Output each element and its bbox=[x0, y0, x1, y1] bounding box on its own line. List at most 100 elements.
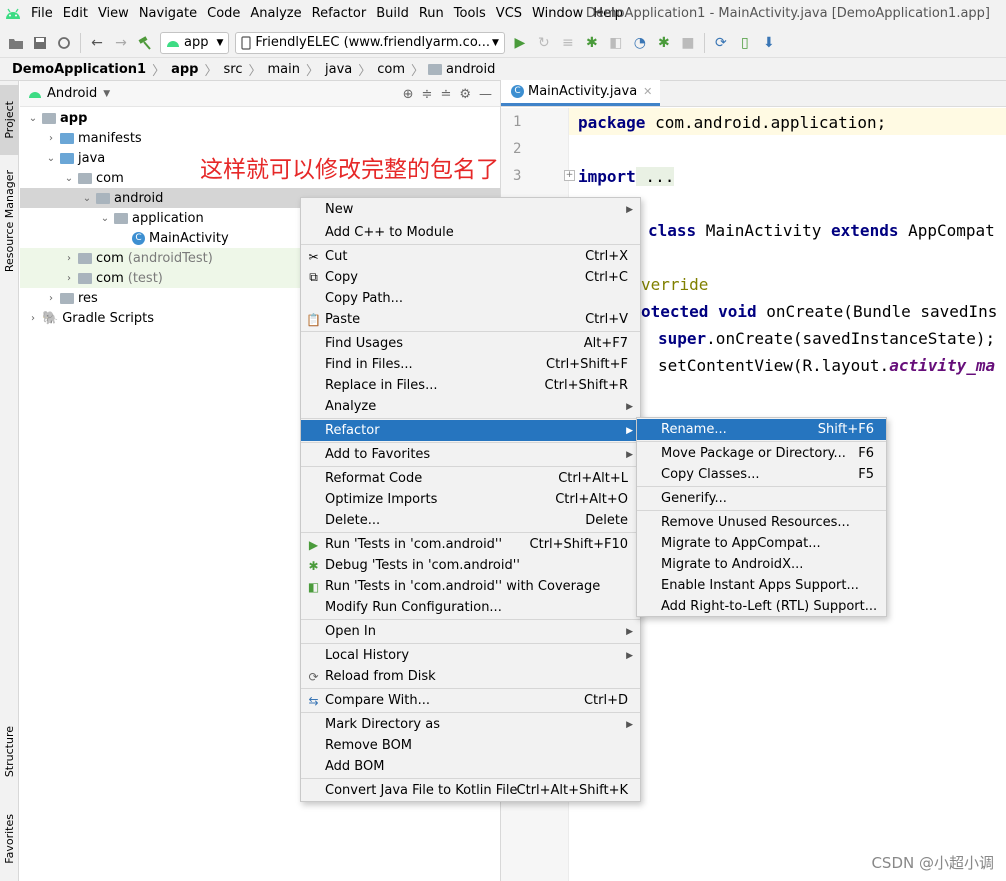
chevron-right-icon[interactable]: › bbox=[44, 133, 58, 144]
breadcrumb-project[interactable]: DemoApplication1 bbox=[8, 62, 150, 77]
breadcrumb-app[interactable]: app bbox=[167, 62, 202, 77]
menu-item-convert-to-kotlin[interactable]: Convert Java File to Kotlin File Ctrl+Alt… bbox=[301, 780, 640, 801]
forward-arrow-icon[interactable]: → bbox=[109, 31, 133, 55]
collapse-all-icon[interactable]: ≐ bbox=[440, 87, 451, 102]
menu-item-local-history[interactable]: Local History ▶ bbox=[301, 645, 640, 666]
menu-item-new[interactable]: New ▶ bbox=[301, 199, 640, 220]
menu-item-analyze[interactable]: Analyze ▶ bbox=[301, 396, 640, 417]
menu-item-add-cpp[interactable]: Add C++ to Module bbox=[301, 222, 640, 243]
debug-bug-icon[interactable]: ✱ bbox=[580, 31, 604, 55]
chevron-right-icon[interactable]: › bbox=[62, 253, 76, 264]
menu-vcs[interactable]: VCS bbox=[491, 0, 527, 28]
chevron-down-icon[interactable]: ⌄ bbox=[98, 213, 112, 224]
apply-code-changes-icon[interactable]: ≡ bbox=[556, 31, 580, 55]
chevron-down-icon[interactable]: ⌄ bbox=[44, 153, 58, 164]
menu-build[interactable]: Build bbox=[371, 0, 414, 28]
breadcrumb-java[interactable]: java bbox=[321, 62, 356, 77]
menu-item-reload-from-disk[interactable]: ⟳ Reload from Disk bbox=[301, 666, 640, 687]
project-tool-tab[interactable]: Project bbox=[0, 85, 19, 155]
breadcrumb-src[interactable]: src bbox=[219, 62, 246, 77]
coverage-icon[interactable]: ◧ bbox=[604, 31, 628, 55]
breadcrumb-com[interactable]: com bbox=[373, 62, 409, 77]
project-view-selector[interactable]: Android bbox=[47, 86, 97, 101]
menu-item-add-to-favorites[interactable]: Add to Favorites ▶ bbox=[301, 444, 640, 465]
menu-item-refactor[interactable]: Refactor ▶ bbox=[301, 420, 640, 441]
expand-all-icon[interactable]: ≑ bbox=[422, 87, 433, 102]
menu-file[interactable]: File bbox=[26, 0, 58, 28]
chevron-right-icon[interactable]: › bbox=[62, 273, 76, 284]
menu-item-optimize-imports[interactable]: Optimize Imports Ctrl+Alt+O bbox=[301, 489, 640, 510]
resource-manager-tool-tab[interactable]: Resource Manager bbox=[0, 161, 19, 281]
profiler-icon[interactable]: ◔ bbox=[628, 31, 652, 55]
submenu-item-rtl-support[interactable]: Add Right-to-Left (RTL) Support... bbox=[637, 596, 886, 617]
chevron-right-icon[interactable]: › bbox=[26, 313, 40, 324]
menu-analyze[interactable]: Analyze bbox=[245, 0, 306, 28]
submenu-item-generify[interactable]: Generify... bbox=[637, 488, 886, 509]
fold-plus-icon[interactable]: + bbox=[564, 170, 575, 181]
menu-item-mark-directory-as[interactable]: Mark Directory as ▶ bbox=[301, 714, 640, 735]
menu-item-replace-in-files[interactable]: Replace in Files... Ctrl+Shift+R bbox=[301, 375, 640, 396]
chevron-down-icon[interactable]: ⌄ bbox=[26, 113, 40, 124]
menu-item-paste[interactable]: 📋 Paste Ctrl+V bbox=[301, 309, 640, 330]
apply-changes-icon[interactable]: ↻ bbox=[532, 31, 556, 55]
chevron-down-icon[interactable]: ▼ bbox=[103, 89, 110, 99]
menu-edit[interactable]: Edit bbox=[58, 0, 93, 28]
submenu-item-remove-unused-resources[interactable]: Remove Unused Resources... bbox=[637, 512, 886, 533]
editor-tab-mainactivity[interactable]: C MainActivity.java ✕ bbox=[501, 80, 661, 106]
structure-tool-tab[interactable]: Structure bbox=[0, 717, 19, 787]
avd-manager-icon[interactable]: ▯ bbox=[733, 31, 757, 55]
submenu-item-instant-apps[interactable]: Enable Instant Apps Support... bbox=[637, 575, 886, 596]
submenu-item-migrate-appcompat[interactable]: Migrate to AppCompat... bbox=[637, 533, 886, 554]
menu-item-debug-tests[interactable]: ✱ Debug 'Tests in 'com.android'' bbox=[301, 555, 640, 576]
hide-minus-icon[interactable]: — bbox=[479, 87, 492, 102]
chevron-right-icon[interactable]: › bbox=[44, 293, 58, 304]
code-folded-imports[interactable]: ... bbox=[635, 167, 675, 186]
menu-item-copy-path[interactable]: Copy Path... bbox=[301, 288, 640, 309]
save-icon[interactable] bbox=[28, 31, 52, 55]
chevron-down-icon[interactable]: ⌄ bbox=[62, 173, 76, 184]
menu-item-run-with-coverage[interactable]: ◧ Run 'Tests in 'com.android'' with Cover… bbox=[301, 576, 640, 597]
close-icon[interactable]: ✕ bbox=[643, 85, 652, 98]
attach-debugger-icon[interactable]: ✱ bbox=[652, 31, 676, 55]
submenu-item-move-package[interactable]: Move Package or Directory... F6 bbox=[637, 443, 886, 464]
submenu-item-migrate-androidx[interactable]: Migrate to AndroidX... bbox=[637, 554, 886, 575]
menu-window[interactable]: Window bbox=[527, 0, 588, 28]
run-configuration-select[interactable]: app ▼ bbox=[160, 31, 230, 54]
menu-item-open-in[interactable]: Open In ▶ bbox=[301, 621, 640, 642]
tree-node-app[interactable]: ⌄ app bbox=[20, 108, 500, 128]
back-arrow-icon[interactable]: ← bbox=[85, 31, 109, 55]
menu-run[interactable]: Run bbox=[414, 0, 449, 28]
breadcrumb-android[interactable]: android bbox=[446, 62, 499, 77]
menu-item-copy[interactable]: ⧉ Copy Ctrl+C bbox=[301, 267, 640, 288]
sdk-manager-icon[interactable]: ⬇ bbox=[757, 31, 781, 55]
stop-icon[interactable]: ■ bbox=[676, 31, 700, 55]
sync-icon[interactable] bbox=[52, 31, 76, 55]
menu-view[interactable]: View bbox=[93, 0, 134, 28]
chevron-down-icon[interactable]: ⌄ bbox=[80, 193, 94, 204]
menu-item-remove-bom[interactable]: Remove BOM bbox=[301, 735, 640, 756]
menu-item-add-bom[interactable]: Add BOM bbox=[301, 756, 640, 777]
menu-tools[interactable]: Tools bbox=[449, 0, 491, 28]
menu-code[interactable]: Code bbox=[202, 0, 245, 28]
menu-navigate[interactable]: Navigate bbox=[134, 0, 202, 28]
locate-target-icon[interactable]: ⊕ bbox=[403, 87, 414, 102]
menu-item-compare-with[interactable]: ⇆ Compare With... Ctrl+D bbox=[301, 690, 640, 711]
tree-node-manifests[interactable]: › manifests bbox=[20, 128, 500, 148]
gear-icon[interactable]: ⚙ bbox=[459, 87, 471, 102]
run-play-icon[interactable]: ▶ bbox=[508, 31, 532, 55]
hammer-build-icon[interactable] bbox=[133, 31, 157, 55]
favorites-tool-tab[interactable]: Favorites bbox=[0, 801, 19, 876]
breadcrumb-main[interactable]: main bbox=[263, 62, 303, 77]
sync-gradle-icon[interactable]: ⟳ bbox=[709, 31, 733, 55]
menu-item-run-tests[interactable]: ▶ Run 'Tests in 'com.android'' Ctrl+Shift+… bbox=[301, 534, 640, 555]
menu-item-reformat-code[interactable]: Reformat Code Ctrl+Alt+L bbox=[301, 468, 640, 489]
menu-refactor[interactable]: Refactor bbox=[307, 0, 372, 28]
submenu-item-rename[interactable]: Rename... Shift+F6 bbox=[637, 419, 886, 440]
submenu-item-copy-classes[interactable]: Copy Classes... F5 bbox=[637, 464, 886, 485]
menu-item-find-in-files[interactable]: Find in Files... Ctrl+Shift+F bbox=[301, 354, 640, 375]
device-select[interactable]: FriendlyELEC (www.friendlyarm.co... ▼ bbox=[235, 31, 505, 54]
menu-item-find-usages[interactable]: Find Usages Alt+F7 bbox=[301, 333, 640, 354]
menu-item-delete[interactable]: Delete... Delete bbox=[301, 510, 640, 531]
open-folder-icon[interactable] bbox=[4, 31, 28, 55]
menu-item-modify-run-configuration[interactable]: Modify Run Configuration... bbox=[301, 597, 640, 618]
